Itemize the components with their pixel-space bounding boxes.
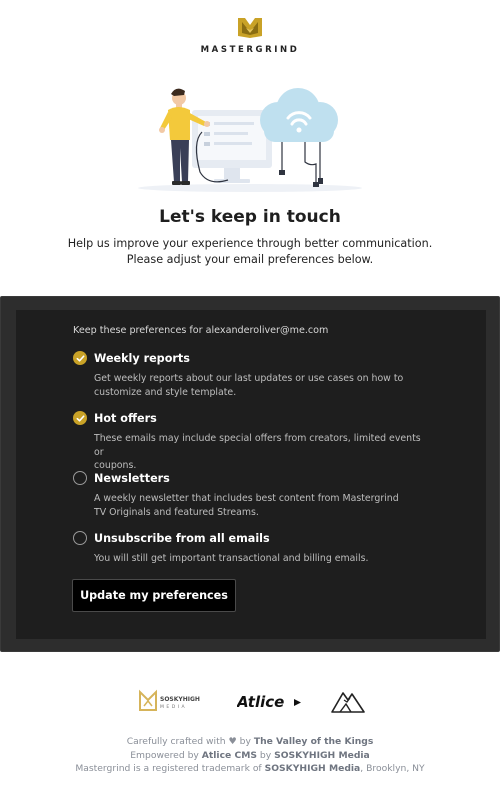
option-title: Weekly reports [94, 351, 190, 365]
option-hot-offers[interactable]: Hot offers These emails may include spec… [73, 411, 433, 473]
hero-illustration [138, 88, 362, 192]
partner-logos: SOSKYHIGH MEDIA Atlice [0, 688, 500, 714]
empty-circle-icon[interactable] [73, 471, 87, 485]
soskyhigh-media-link[interactable]: SOSKYHIGH Media [265, 763, 361, 774]
footer-text: by [259, 749, 272, 761]
option-header: Weekly reports [73, 351, 433, 365]
option-weekly-reports[interactable]: Weekly reports Get weekly reports about … [73, 351, 433, 399]
intro-line-2: Please adjust your email preferences bel… [126, 253, 374, 266]
atlice-logo[interactable]: Atlice [236, 690, 307, 716]
footer-line-1: Carefully crafted with ♥ by The Valley o… [0, 735, 500, 749]
empty-circle-icon[interactable] [73, 531, 87, 545]
option-unsubscribe-all[interactable]: Unsubscribe from all emails You will sti… [73, 531, 433, 566]
check-circle-icon[interactable] [73, 351, 87, 365]
soskyhigh-logo[interactable]: SOSKYHIGH MEDIA [138, 688, 210, 718]
option-header: Unsubscribe from all emails [73, 531, 433, 545]
option-title: Hot offers [94, 411, 157, 425]
footer: Carefully crafted with ♥ by The Valley o… [0, 735, 500, 776]
footer-text: Carefully crafted with [126, 736, 226, 747]
option-description: A weekly newsletter that includes best c… [94, 492, 433, 519]
check-circle-icon[interactable] [73, 411, 87, 425]
footer-line-2: Empowered by Atlice CMS by SOSKYHIGH Med… [0, 749, 500, 763]
preferences-panel: Keep these preferences for alexanderoliv… [0, 296, 500, 652]
soskyhigh-name: SOSKYHIGH [160, 696, 200, 703]
option-description: Get weekly reports about our last update… [94, 372, 433, 399]
preferences-note: Keep these preferences for alexanderoliv… [73, 325, 329, 336]
option-description-line: customize and style template. [94, 386, 237, 398]
atlice-cms-link[interactable]: Atlice CMS [202, 750, 257, 761]
option-description-line: A weekly newsletter that includes best c… [94, 493, 399, 504]
option-description-line: You will still get important transaction… [94, 553, 369, 564]
intro-text: Help us improve your experience through … [0, 236, 500, 268]
option-description: You will still get important transaction… [94, 552, 433, 566]
heart-icon: ♥ [228, 736, 237, 747]
option-newsletters[interactable]: Newsletters A weekly newsletter that inc… [73, 471, 433, 519]
valley-of-kings-logo[interactable] [331, 688, 365, 718]
footer-text: Mastergrind is a registered trademark of [75, 763, 262, 774]
footer-line-3: Mastergrind is a registered trademark of… [0, 762, 500, 776]
brand-name: MASTERGRIND [200, 45, 300, 55]
footer-text: Empowered by [130, 749, 199, 761]
soskyhigh-media-link[interactable]: SOSKYHIGH Media [274, 750, 370, 761]
intro-line-1: Help us improve your experience through … [67, 237, 433, 250]
valley-of-kings-link[interactable]: The Valley of the Kings [254, 736, 374, 747]
option-description: These emails may include special offers … [94, 432, 433, 473]
option-description-line: Get weekly reports about our last update… [94, 373, 404, 384]
header: MASTERGRIND [0, 16, 500, 55]
mastergrind-logo-icon [238, 18, 262, 38]
option-description-line: These emails may include special offers … [94, 433, 421, 458]
option-header: Hot offers [73, 411, 433, 425]
soskyhigh-sub: MEDIA [160, 704, 187, 710]
footer-text: , Brooklyn, NY [360, 763, 425, 774]
footer-text: by [239, 736, 251, 747]
option-title: Unsubscribe from all emails [94, 531, 270, 545]
option-header: Newsletters [73, 471, 433, 485]
option-description-line: TV Originals and featured Streams. [94, 506, 259, 518]
atlice-name: Atlice [237, 693, 284, 711]
option-title: Newsletters [94, 471, 170, 485]
page-title: Let's keep in touch [159, 207, 341, 227]
update-preferences-button[interactable]: Update my preferences [72, 579, 236, 612]
